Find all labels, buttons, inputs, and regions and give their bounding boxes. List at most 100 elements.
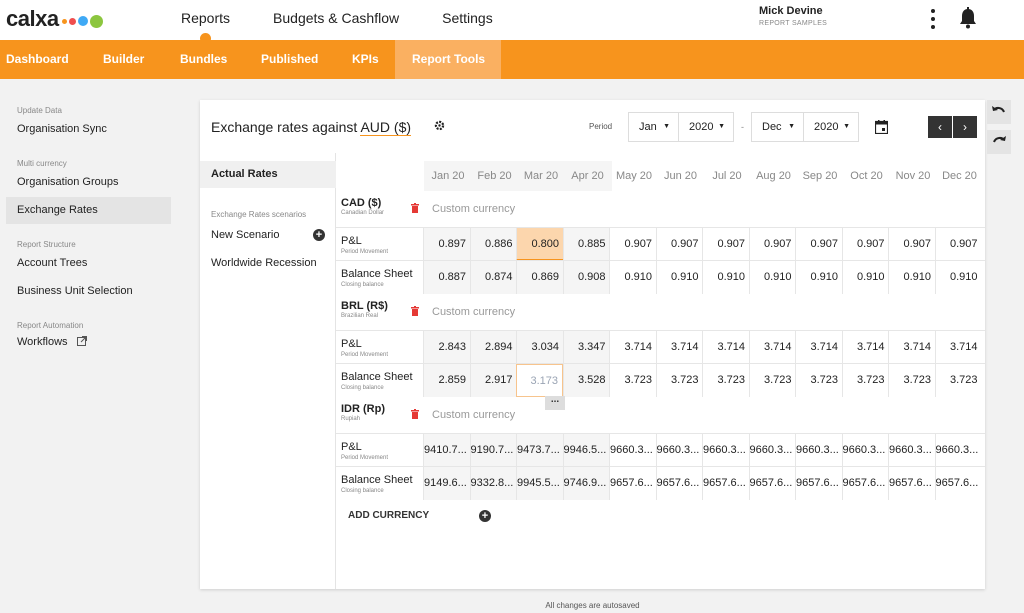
rate-cell[interactable]: 3.714	[934, 331, 982, 364]
rate-cell[interactable]: 9660.3...	[702, 434, 749, 467]
rate-cell[interactable]: 3.714	[795, 331, 842, 364]
tab-report-tools[interactable]: Report Tools	[395, 40, 501, 79]
bell-icon[interactable]	[958, 7, 978, 34]
trash-icon[interactable]	[411, 409, 419, 419]
rate-cell[interactable]: 0.907	[841, 228, 889, 261]
rate-cell[interactable]: 9660.3...	[888, 434, 935, 467]
new-scenario[interactable]: New Scenario	[211, 229, 279, 241]
rate-cell[interactable]: 9660.3...	[841, 434, 889, 467]
rate-cell[interactable]: 9657.6...	[748, 467, 796, 500]
rate-cell[interactable]: 9660.3...	[795, 434, 842, 467]
rate-cell[interactable]: 0.887	[423, 261, 470, 294]
rate-cell[interactable]: 0.907	[609, 228, 656, 261]
rate-cell[interactable]: 9660.3...	[609, 434, 656, 467]
next-period-button[interactable]: ›	[953, 116, 977, 138]
rate-cell[interactable]: 3.034	[516, 331, 563, 364]
tab-bundles[interactable]: Bundles	[165, 40, 245, 79]
calendar-icon[interactable]	[875, 120, 888, 134]
rate-cell[interactable]: 9746.9...	[562, 467, 610, 500]
trash-icon[interactable]	[411, 306, 419, 316]
from-year-select[interactable]: 2020 ▼	[678, 112, 734, 142]
rate-cell[interactable]: 3.723	[655, 364, 703, 397]
rate-cell[interactable]: 0.910	[795, 261, 842, 294]
rate-cell[interactable]: 9660.3...	[748, 434, 796, 467]
rate-cell[interactable]: 0.907	[888, 228, 935, 261]
sidebar-item-business-unit-selection[interactable]: Business Unit Selection	[17, 285, 133, 297]
rate-cell[interactable]: 3.528	[562, 364, 610, 397]
rate-cell[interactable]: 0.800	[516, 228, 563, 261]
rate-cell[interactable]: 0.897	[423, 228, 470, 261]
rate-cell[interactable]: 9657.6...	[841, 467, 889, 500]
add-currency-label[interactable]: ADD CURRENCY	[348, 510, 429, 521]
rate-cell[interactable]: 3.347	[562, 331, 610, 364]
user-menu[interactable]: Mick Devine REPORT SAMPLES	[759, 5, 827, 27]
nav-settings[interactable]: Settings	[442, 0, 493, 40]
rate-cell[interactable]: 2.917	[469, 364, 517, 397]
rate-cell[interactable]: 9410.7...	[423, 434, 470, 467]
rate-cell[interactable]: 0.910	[655, 261, 703, 294]
rate-cell[interactable]: 3.714	[609, 331, 656, 364]
tab-builder[interactable]: Builder	[88, 40, 165, 79]
rate-cell[interactable]: 0.907	[748, 228, 796, 261]
rate-cell[interactable]: 0.910	[748, 261, 796, 294]
sidebar-item-organisation-sync[interactable]: Organisation Sync	[17, 123, 107, 135]
rate-cell[interactable]: 0.885	[562, 228, 610, 261]
rate-cell[interactable]: 9660.3...	[934, 434, 982, 467]
to-month-select[interactable]: Dec ▼	[751, 112, 804, 142]
rate-cell[interactable]: 0.907	[702, 228, 749, 261]
rate-cell[interactable]: 3.714	[748, 331, 796, 364]
rate-cell[interactable]: 3.714	[888, 331, 935, 364]
base-currency[interactable]: AUD ($)	[360, 119, 412, 136]
gear-icon[interactable]	[434, 120, 445, 131]
rate-cell[interactable]: 0.908	[562, 261, 610, 294]
rate-cell[interactable]: 9946.5...	[562, 434, 610, 467]
add-currency-icon[interactable]: +	[479, 510, 491, 522]
rate-cell[interactable]: 2.894	[469, 331, 517, 364]
rate-cell[interactable]: 3.723	[795, 364, 842, 397]
rate-cell[interactable]: 2.859	[423, 364, 470, 397]
tab-published[interactable]: Published	[245, 40, 336, 79]
rate-cell[interactable]: 0.910	[934, 261, 982, 294]
rate-cell[interactable]: 0.907	[795, 228, 842, 261]
tab-dashboard[interactable]: Dashboard	[0, 40, 88, 79]
scenario-actual-rates[interactable]: Actual Rates	[200, 161, 336, 188]
rate-cell[interactable]: 9190.7...	[469, 434, 517, 467]
more-vert-icon[interactable]	[930, 9, 936, 29]
rate-cell[interactable]: 9473.7...	[516, 434, 563, 467]
rate-cell[interactable]: 0.910	[888, 261, 935, 294]
rate-cell[interactable]: 9149.6...	[423, 467, 470, 500]
rate-cell[interactable]: 0.907	[934, 228, 982, 261]
add-scenario-icon[interactable]: +	[313, 229, 325, 241]
sidebar-item-workflows[interactable]: Workflows	[17, 336, 87, 348]
rate-cell[interactable]: 9657.6...	[702, 467, 749, 500]
rate-cell[interactable]: 3.723	[934, 364, 982, 397]
nav-budgets-cashflow[interactable]: Budgets & Cashflow	[273, 0, 399, 40]
tab-kpis[interactable]: KPIs	[336, 40, 395, 79]
rate-cell[interactable]: 3.723	[888, 364, 935, 397]
redo-button[interactable]	[987, 130, 1011, 154]
more-options-button[interactable]: ...	[545, 395, 565, 410]
from-month-select[interactable]: Jan ▼	[628, 112, 679, 142]
scenario-worldwide-recession[interactable]: Worldwide Recession	[211, 257, 317, 269]
rate-cell[interactable]: 0.907	[655, 228, 703, 261]
rate-cell[interactable]: 0.874	[469, 261, 517, 294]
rate-cell[interactable]: 9657.6...	[934, 467, 982, 500]
rate-cell[interactable]: 3.714	[655, 331, 703, 364]
rate-cell[interactable]: 9657.6...	[655, 467, 703, 500]
rate-cell[interactable]: 2.843	[423, 331, 470, 364]
rate-cell[interactable]: 0.910	[702, 261, 749, 294]
rate-cell[interactable]: 9657.6...	[795, 467, 842, 500]
rate-cell[interactable]: 0.910	[841, 261, 889, 294]
rate-cell[interactable]: 9660.3...	[655, 434, 703, 467]
to-year-select[interactable]: 2020 ▼	[803, 112, 859, 142]
prev-period-button[interactable]: ‹	[928, 116, 952, 138]
undo-button[interactable]	[987, 100, 1011, 124]
sidebar-item-account-trees[interactable]: Account Trees	[17, 257, 87, 269]
rate-cell[interactable]: 9332.8...	[469, 467, 517, 500]
rate-cell[interactable]: 9657.6...	[888, 467, 935, 500]
nav-reports[interactable]: Reports	[181, 0, 230, 44]
rate-cell[interactable]: 3.723	[748, 364, 796, 397]
calxa-logo[interactable]: calxa	[6, 6, 105, 32]
rate-cell[interactable]: 0.910	[609, 261, 656, 294]
rate-cell[interactable]: 3.714	[702, 331, 749, 364]
